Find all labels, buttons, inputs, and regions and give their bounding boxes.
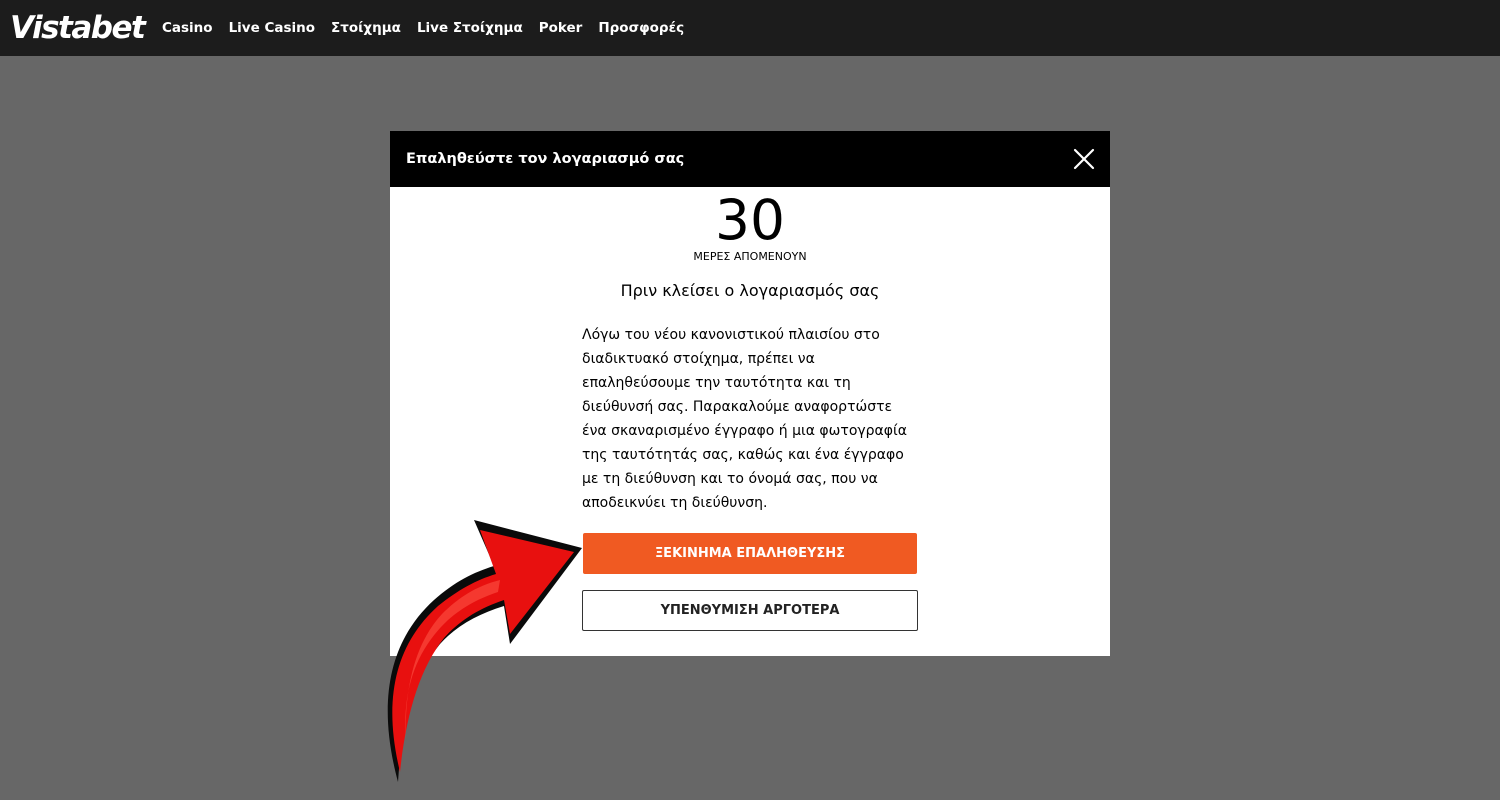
- close-button[interactable]: [1070, 145, 1098, 173]
- close-icon: [1073, 148, 1095, 170]
- nav-item-casino[interactable]: Casino: [162, 20, 213, 36]
- nav-item-live-betting[interactable]: Live Στοίχημα: [417, 20, 523, 36]
- modal-title: Επαληθεύστε τον λογαριασμό σας: [406, 151, 685, 167]
- days-remaining-label: ΜΕΡΕΣ ΑΠΟΜΕΝΟΥΝ: [693, 250, 807, 263]
- vistabet-logo[interactable]: Vistabet: [10, 8, 146, 48]
- modal-subtitle: Πριν κλείσει ο λογαριασμός σας: [620, 281, 880, 300]
- days-remaining-count: 30: [715, 188, 785, 252]
- nav-item-live-casino[interactable]: Live Casino: [229, 20, 315, 36]
- remind-later-button[interactable]: ΥΠΕΝΘΥΜΙΣΗ ΑΡΓΟΤΕΡΑ: [582, 590, 918, 631]
- nav-item-promotions[interactable]: Προσφορές: [598, 20, 684, 36]
- top-navigation-bar: Vistabet Casino Live Casino Στοίχημα Liv…: [0, 0, 1500, 56]
- nav-item-sports-betting[interactable]: Στοίχημα: [331, 20, 401, 36]
- nav-item-poker[interactable]: Poker: [539, 20, 583, 36]
- modal-header: Επαληθεύστε τον λογαριασμό σας: [390, 131, 1110, 187]
- verification-explanation: Λόγω του νέου κανονιστικού πλαισίου στο …: [582, 327, 907, 511]
- red-arrow-icon: [387, 520, 582, 782]
- main-nav: Casino Live Casino Στοίχημα Live Στοίχημ…: [162, 0, 700, 56]
- start-verification-button[interactable]: ΞΕΚΙΝΗΜΑ ΕΠΑΛΗΘΕΥΣΗΣ: [583, 533, 917, 574]
